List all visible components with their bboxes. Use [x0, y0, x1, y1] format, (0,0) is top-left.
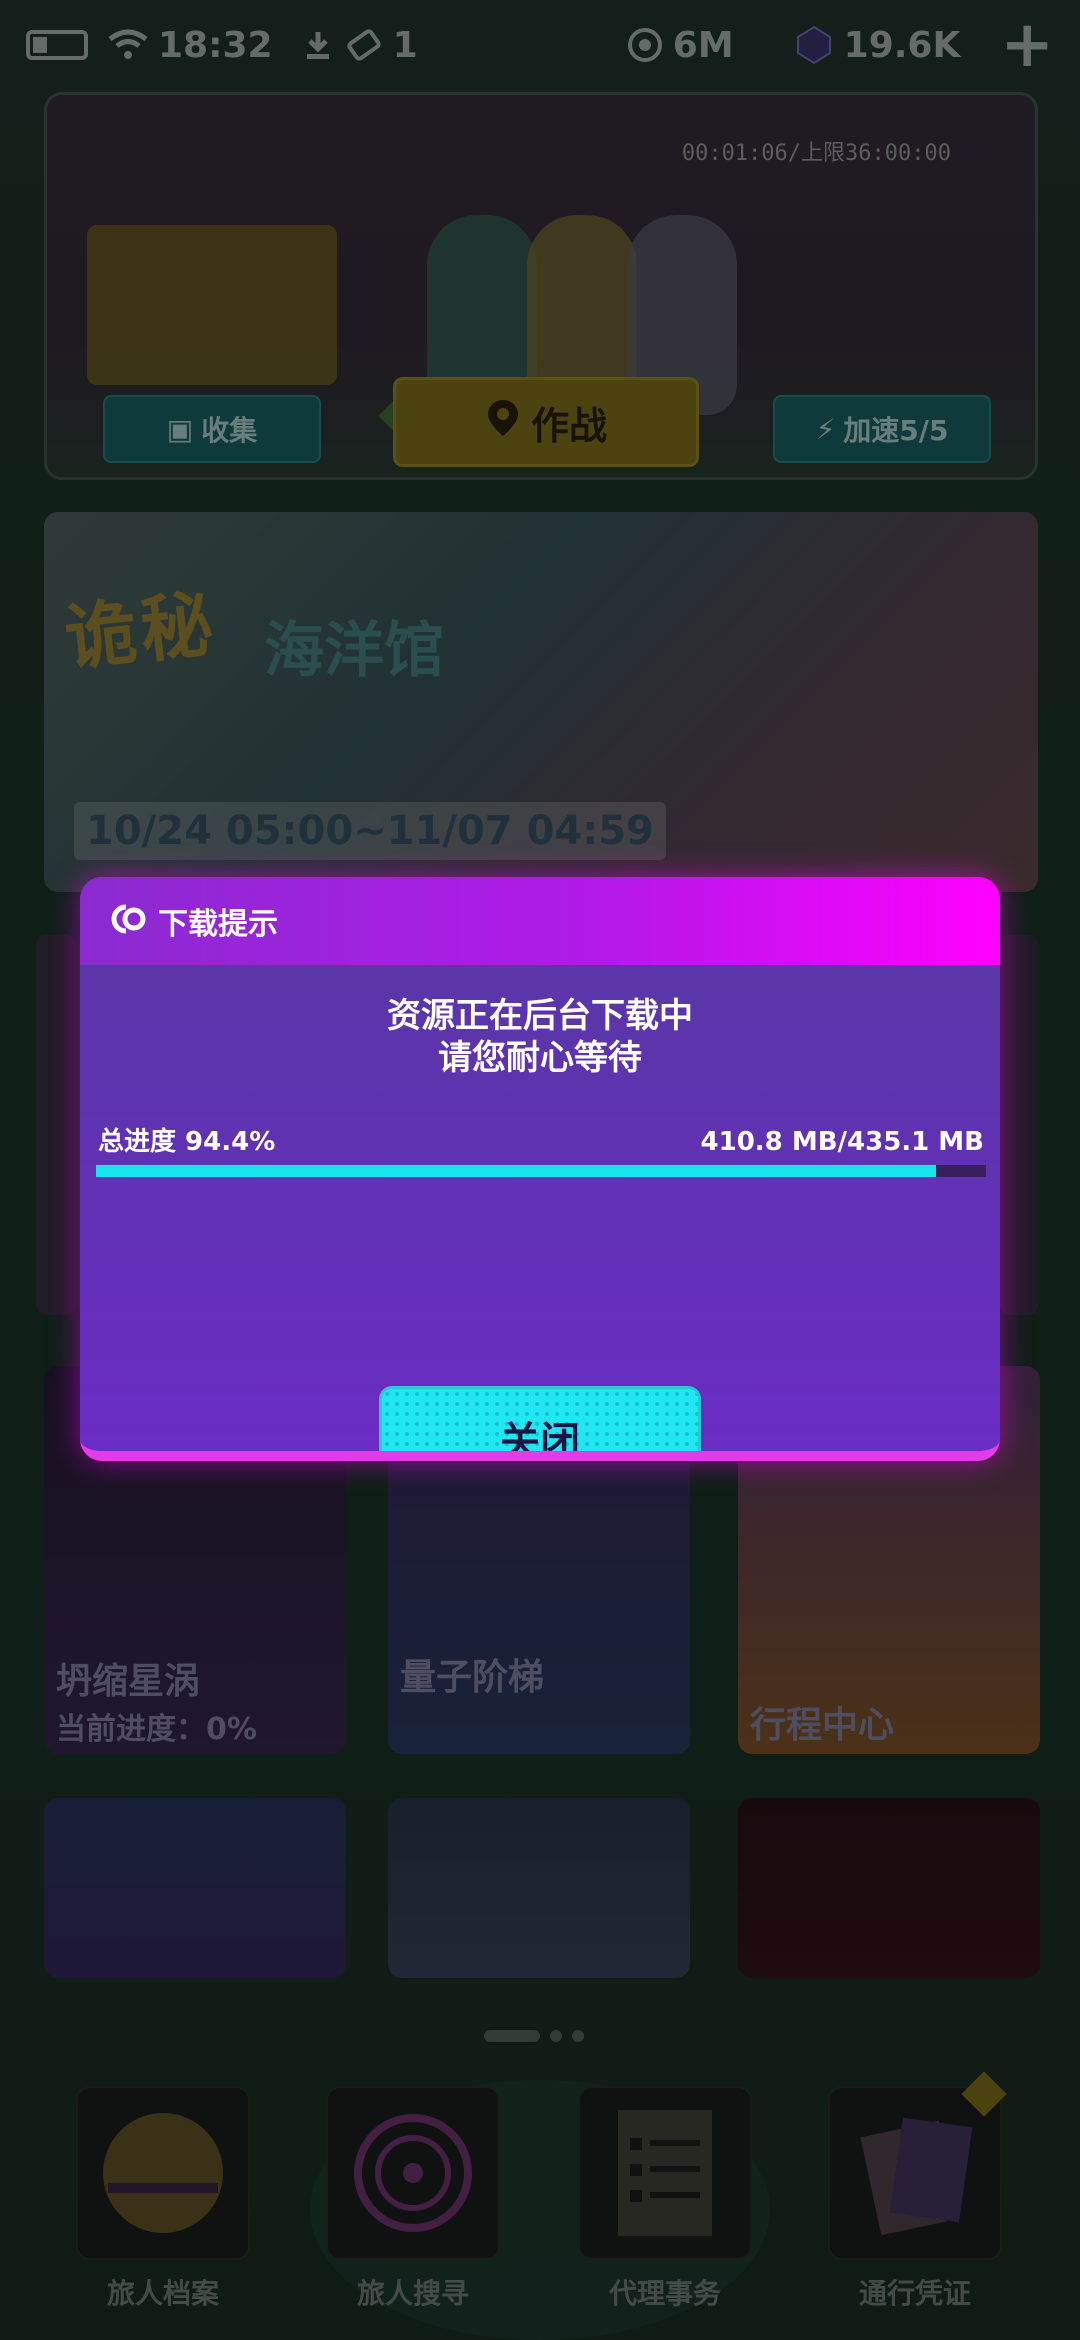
dialog-message: 资源正在后台下载中 请您耐心等待	[387, 996, 693, 1078]
close-button[interactable]: 关闭	[382, 1389, 698, 1451]
cocoon-logo-icon	[108, 901, 148, 941]
dialog-body: 资源正在后台下载中 请您耐心等待 总进度 94.4% 410.8 MB/435.…	[80, 965, 1000, 1451]
dialog-header: 下载提示	[80, 877, 1000, 965]
progress-bar	[96, 1165, 986, 1177]
progress-bar-fill	[96, 1165, 937, 1177]
download-size: 410.8 MB/435.1 MB	[700, 1127, 984, 1157]
dialog-title: 下载提示	[158, 907, 278, 942]
download-dialog: 下载提示 资源正在后台下载中 请您耐心等待 总进度 94.4% 410.8 MB…	[80, 877, 1000, 1461]
progress-label: 总进度 94.4%	[98, 1127, 276, 1157]
